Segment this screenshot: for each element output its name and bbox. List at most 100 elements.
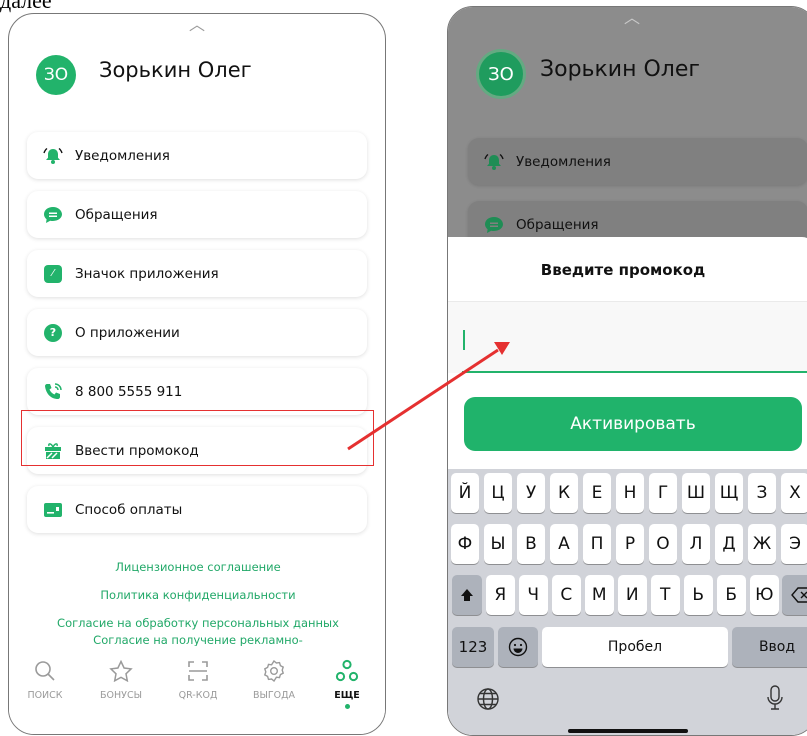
card-icon — [43, 500, 63, 520]
numbers-key[interactable]: 123 — [452, 627, 494, 667]
menu-item-label: 8 800 5555 911 — [75, 383, 183, 400]
sheet-handle-icon[interactable]: ︿ — [189, 17, 205, 33]
key-Й[interactable]: Й — [451, 473, 479, 513]
tab-qr[interactable]: QR-КОД — [168, 658, 228, 701]
key-Ш[interactable]: Ш — [682, 473, 710, 513]
key-Ы[interactable]: Ы — [484, 524, 512, 564]
star-icon — [91, 658, 151, 684]
emoji-key[interactable] — [498, 627, 538, 667]
menu-item-label: Уведомления — [516, 153, 611, 170]
key-Е[interactable]: Е — [583, 473, 611, 513]
key-Х[interactable]: Х — [781, 473, 807, 513]
key-Ю[interactable]: Ю — [750, 575, 779, 615]
key-Б[interactable]: Б — [717, 575, 746, 615]
backspace-key[interactable] — [782, 575, 807, 615]
tab-label: БОНУСЫ — [100, 690, 142, 701]
menu-item-label: Значок приложения — [75, 265, 219, 282]
avatar[interactable]: ЗО — [36, 55, 76, 95]
key-В[interactable]: В — [517, 524, 545, 564]
microphone-icon[interactable] — [766, 685, 784, 715]
phone-icon — [43, 382, 63, 402]
key-Г[interactable]: Г — [649, 473, 677, 513]
question-icon: ? — [43, 323, 63, 343]
key-С[interactable]: С — [552, 575, 581, 615]
key-И[interactable]: И — [618, 575, 647, 615]
dimmed-background[interactable]: ︿ ЗО Зорькин Олег Уведомления Обращения — [448, 7, 807, 248]
tab-bonuses[interactable]: БОНУСЫ — [91, 658, 151, 701]
link-privacy[interactable]: Политика конфиденциальности — [9, 588, 385, 602]
chat-bubble-icon — [484, 215, 504, 235]
activate-button[interactable]: Активировать — [464, 397, 802, 451]
active-tab-indicator — [344, 704, 350, 709]
qr-scan-icon — [168, 658, 228, 684]
promocode-field-area[interactable] — [448, 301, 807, 373]
home-indicator — [568, 729, 688, 733]
key-З[interactable]: З — [748, 473, 776, 513]
return-key[interactable]: Ввод — [732, 627, 807, 667]
sheet-handle-icon[interactable]: ︿ — [624, 10, 640, 26]
key-П[interactable]: П — [583, 524, 611, 564]
tab-bar: ПОИСК БОНУСЫ QR-КОД ВЫГОДА ЕЩЕ — [9, 646, 385, 734]
app-badge-icon: ⁄ — [43, 264, 63, 284]
key-Ж[interactable]: Ж — [748, 524, 776, 564]
avatar[interactable]: ЗО — [479, 52, 523, 96]
chat-bubble-icon — [43, 205, 63, 225]
key-Д[interactable]: Д — [715, 524, 743, 564]
key-Л[interactable]: Л — [682, 524, 710, 564]
menu-item-appeals[interactable]: Обращения — [27, 191, 367, 238]
sheet-title: Введите промокод — [540, 261, 706, 279]
menu-item-app-icon[interactable]: ⁄ Значок приложения — [27, 250, 367, 297]
key-Р[interactable]: Р — [616, 524, 644, 564]
menu-item-phone[interactable]: 8 800 5555 911 — [27, 368, 367, 415]
menu-item-notifications[interactable]: Уведомления — [468, 138, 807, 185]
user-name: Зорькин Олег — [99, 58, 252, 82]
emoji-icon — [508, 637, 528, 657]
key-Н[interactable]: Н — [616, 473, 644, 513]
key-Э[interactable]: Э — [781, 524, 807, 564]
phone-screen-promocode: ︿ ЗО Зорькин Олег Уведомления Обращения … — [447, 6, 807, 736]
link-personal-data[interactable]: Согласие на обработку персональных данны… — [9, 616, 385, 630]
user-name: Зорькин Олег — [540, 57, 700, 82]
top-text-fragment: далее — [0, 0, 52, 13]
shift-key[interactable] — [452, 575, 482, 615]
link-license[interactable]: Лицензионное соглашение — [9, 560, 385, 574]
tab-more[interactable]: ЕЩЕ — [317, 658, 377, 709]
menu-item-label: Обращения — [516, 216, 599, 233]
key-Я[interactable]: Я — [486, 575, 515, 615]
key-Щ[interactable]: Щ — [715, 473, 743, 513]
input-underline — [462, 371, 807, 373]
legal-links: Лицензионное соглашение Политика конфиде… — [9, 560, 385, 647]
key-М[interactable]: М — [585, 575, 614, 615]
search-icon — [15, 658, 75, 684]
tab-benefit[interactable]: ВЫГОДА — [244, 658, 304, 701]
globe-icon[interactable] — [476, 687, 500, 715]
menu-item-notifications[interactable]: Уведомления — [27, 132, 367, 179]
tab-search[interactable]: ПОИСК — [15, 658, 75, 701]
space-key[interactable]: Пробел — [542, 627, 728, 667]
tab-label: ВЫГОДА — [252, 690, 296, 701]
key-Ц[interactable]: Ц — [484, 473, 512, 513]
bell-icon — [43, 146, 63, 166]
menu-item-about[interactable]: ? О приложении — [27, 309, 367, 356]
key-Ь[interactable]: Ь — [684, 575, 713, 615]
key-У[interactable]: У — [517, 473, 545, 513]
menu-item-payment[interactable]: Способ оплаты — [27, 486, 367, 533]
key-Ф[interactable]: Ф — [451, 524, 479, 564]
keyboard: ЙЦУКЕНГШЩЗХ ФЫВАПРОЛДЖЭ ЯЧСМИТЬБЮ 123 Пр… — [448, 469, 807, 735]
key-К[interactable]: К — [550, 473, 578, 513]
menu-item-label: Обращения — [75, 206, 158, 223]
bell-icon — [484, 152, 504, 172]
menu-item-label: О приложении — [75, 324, 180, 341]
more-icon — [317, 658, 377, 684]
key-А[interactable]: А — [550, 524, 578, 564]
key-Ч[interactable]: Ч — [519, 575, 548, 615]
menu-item-label: Уведомления — [75, 147, 170, 164]
tab-label: ПОИСК — [27, 690, 63, 701]
gear-icon — [244, 658, 304, 684]
promocode-input[interactable] — [462, 325, 802, 355]
highlight-box — [21, 410, 374, 466]
link-ads-consent[interactable]: Согласие на получение рекламно- — [9, 633, 385, 647]
menu-item-label: Способ оплаты — [75, 501, 183, 518]
key-Т[interactable]: Т — [651, 575, 680, 615]
key-О[interactable]: О — [649, 524, 677, 564]
